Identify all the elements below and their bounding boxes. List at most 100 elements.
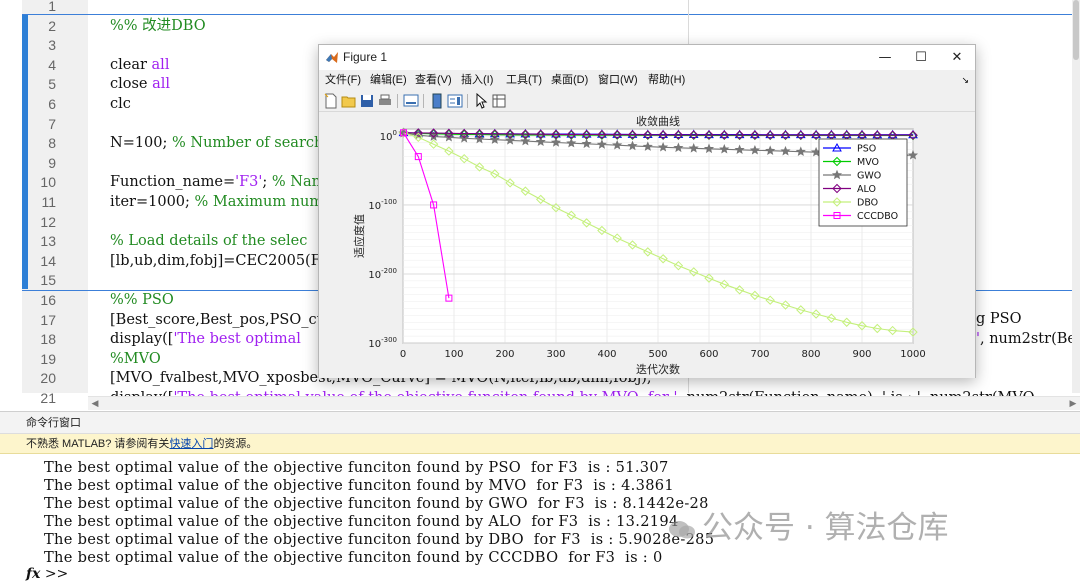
code-token: 'F3' bbox=[235, 174, 263, 191]
fx-icon[interactable]: fx bbox=[26, 566, 40, 581]
output-line-dbo: The best optimal value of the objective … bbox=[44, 531, 715, 548]
y-tick-label: 10-100 bbox=[368, 198, 397, 212]
x-tick-label: 600 bbox=[699, 349, 718, 360]
y-axis-label: 适应度值 bbox=[352, 214, 366, 258]
code-line[interactable]: 2 %% 改进DBO bbox=[0, 16, 1080, 36]
code-line-17-tail: g PSO bbox=[976, 311, 1022, 327]
dock-figure-icon[interactable]: ↘ bbox=[961, 70, 969, 90]
line-number: 9 bbox=[48, 154, 56, 171]
code-text: iter=1000; % Maximum number bbox=[110, 192, 348, 212]
code-token: Function_name= bbox=[110, 174, 236, 191]
x-tick-label: 200 bbox=[495, 349, 514, 360]
close-button[interactable]: ✕ bbox=[939, 45, 975, 70]
menu-file[interactable]: 文件(F) bbox=[325, 70, 361, 90]
menu-help[interactable]: 帮助(H) bbox=[648, 70, 685, 90]
x-tick-label: 100 bbox=[444, 349, 463, 360]
menu-insert[interactable]: 插入(I) bbox=[461, 70, 493, 90]
code-token: ; bbox=[262, 174, 272, 191]
print-icon[interactable] bbox=[377, 93, 393, 109]
y-tick-exponent: -100 bbox=[381, 198, 397, 206]
code-text: % Load details of the selec bbox=[110, 231, 307, 251]
code-text: [Best_score,Best_pos,PSO_cu bbox=[110, 310, 326, 330]
colorbar-icon[interactable] bbox=[429, 93, 445, 109]
y-tick-label: 100 bbox=[380, 129, 397, 143]
plot-area[interactable]: 0 100 200 300 400 500 600 700 800 900 1000 100 10-10… bbox=[319, 113, 975, 378]
code-text: %MVO bbox=[110, 349, 161, 369]
figure-window[interactable]: Figure 1 — ☐ ✕ 文件(F) 编辑(E) 查看(V) 插入(I) 工… bbox=[318, 44, 976, 378]
output-line-gwo: The best optimal value of the objective … bbox=[44, 495, 709, 512]
scroll-left-icon[interactable]: ◀ bbox=[88, 397, 102, 411]
figure-title: Figure 1 bbox=[343, 50, 388, 64]
menu-window[interactable]: 窗口(W) bbox=[598, 70, 638, 90]
editor-horizontal-scrollbar[interactable]: ◀ ▶ bbox=[88, 396, 1080, 410]
x-tick-label: 500 bbox=[648, 349, 667, 360]
quick-start-link[interactable]: 快速入门 bbox=[169, 438, 213, 450]
y-tick-base: 10 bbox=[368, 201, 381, 212]
code-line[interactable]: 1 bbox=[0, 0, 1080, 16]
matlab-logo-icon bbox=[326, 52, 338, 63]
scrollbar-thumb[interactable] bbox=[1073, 0, 1079, 60]
legend-label: ALO bbox=[857, 184, 876, 195]
y-tick-label: 10-200 bbox=[368, 267, 397, 281]
x-tick-label: 400 bbox=[597, 349, 616, 360]
line-number: 6 bbox=[48, 96, 56, 112]
legend[interactable]: PSO MVO GWO ALO DBO CCCDBO bbox=[818, 138, 908, 227]
command-prompt[interactable]: fx >> bbox=[26, 566, 68, 581]
code-text: clc bbox=[110, 94, 131, 114]
y-tick-exponent: -200 bbox=[381, 267, 397, 275]
line-number: 17 bbox=[40, 311, 56, 328]
link-plot-icon[interactable] bbox=[403, 93, 419, 109]
x-tick-label: 1000 bbox=[900, 349, 925, 360]
minimize-button[interactable]: — bbox=[867, 45, 903, 70]
cursor-icon[interactable] bbox=[473, 93, 489, 109]
figure-toolbar bbox=[319, 90, 975, 112]
toolbar-separator bbox=[467, 94, 468, 108]
notice-suffix: 的资源。 bbox=[213, 438, 258, 450]
output-line-pso: The best optimal value of the objective … bbox=[44, 459, 669, 476]
notice-prefix: 不熟悉 MATLAB? 请参阅有关 bbox=[26, 438, 170, 450]
line-number: 20 bbox=[40, 370, 56, 387]
code-token: %MVO bbox=[110, 350, 161, 367]
menu-tools[interactable]: 工具(T) bbox=[506, 70, 542, 90]
line-number: 19 bbox=[40, 350, 56, 367]
legend-icon[interactable] bbox=[447, 93, 463, 109]
code-line-18-tail: ', num2str(Be bbox=[976, 331, 1076, 347]
x-tick-label: 900 bbox=[852, 349, 871, 360]
wechat-icon bbox=[669, 520, 695, 538]
maximize-button[interactable]: ☐ bbox=[903, 45, 939, 70]
code-text: Function_name='F3'; % Name bbox=[110, 172, 334, 192]
code-token: all bbox=[151, 56, 170, 73]
code-token: %% PSO bbox=[110, 292, 174, 308]
code-token: [lb,ub,dim,fobj]=CEC2005(Fu bbox=[110, 252, 331, 269]
output-line-mvo: The best optimal value of the objective … bbox=[44, 477, 674, 494]
line-number: 2 bbox=[48, 17, 56, 34]
menu-desktop[interactable]: 桌面(D) bbox=[551, 70, 588, 90]
prompt-symbol: >> bbox=[44, 566, 69, 581]
getting-started-notice: 不熟悉 MATLAB? 请参阅有关快速入门的资源。 bbox=[0, 434, 1080, 454]
line-number: 21 bbox=[40, 390, 56, 406]
menu-view[interactable]: 查看(V) bbox=[415, 70, 452, 90]
legend-label: GWO bbox=[857, 171, 881, 182]
new-figure-icon[interactable] bbox=[323, 93, 339, 109]
figure-title-bar[interactable]: Figure 1 — ☐ ✕ bbox=[319, 45, 975, 70]
line-number: 12 bbox=[40, 213, 56, 230]
save-icon[interactable] bbox=[359, 93, 375, 109]
property-inspector-icon[interactable] bbox=[491, 93, 507, 109]
convergence-chart[interactable]: 0 100 200 300 400 500 600 700 800 900 100010010-10… bbox=[319, 113, 975, 378]
x-tick-label: 800 bbox=[801, 349, 820, 360]
line-number: 16 bbox=[40, 292, 56, 308]
toolbar-separator bbox=[423, 94, 424, 108]
command-window[interactable]: 命令行窗口 不熟悉 MATLAB? 请参阅有关快速入门的资源。 The best… bbox=[0, 411, 1080, 581]
editor-vertical-scrollbar[interactable] bbox=[1072, 0, 1080, 393]
y-tick-exponent: 0 bbox=[393, 129, 397, 137]
scroll-right-icon[interactable]: ▶ bbox=[1066, 397, 1080, 411]
code-text: %% 改进DBO bbox=[110, 16, 206, 36]
open-file-icon[interactable] bbox=[341, 93, 357, 109]
code-token: 'The best optimal bbox=[173, 331, 301, 348]
line-number: 18 bbox=[40, 331, 56, 348]
code-text: [lb,ub,dim,fobj]=CEC2005(Fu bbox=[110, 251, 330, 271]
line-number: 8 bbox=[48, 135, 56, 152]
figure-menubar: 文件(F) 编辑(E) 查看(V) 插入(I) 工具(T) 桌面(D) 窗口(W… bbox=[319, 70, 975, 90]
menu-edit[interactable]: 编辑(E) bbox=[370, 70, 407, 90]
y-tick-base: 10 bbox=[368, 339, 381, 350]
